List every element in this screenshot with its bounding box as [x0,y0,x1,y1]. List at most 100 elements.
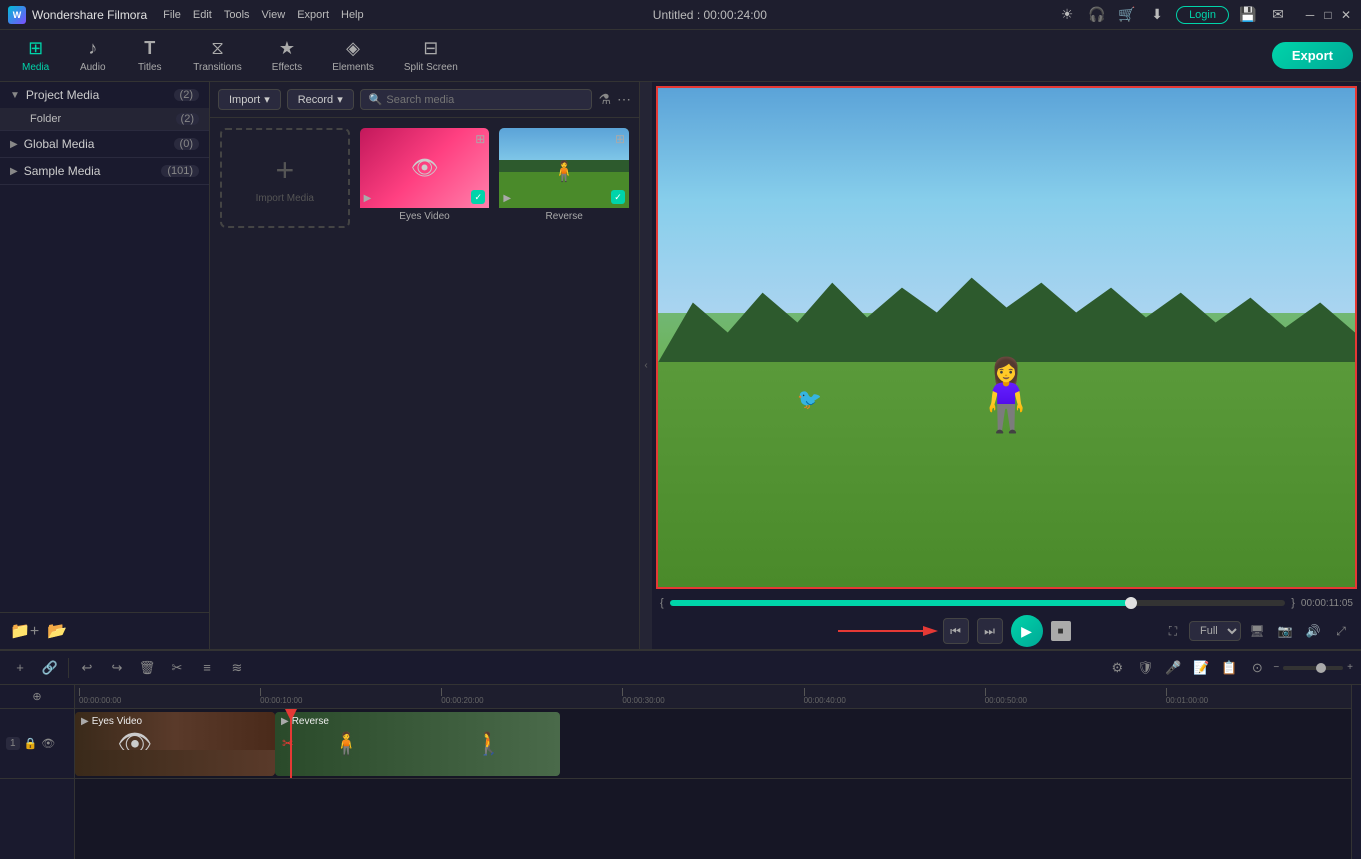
preview-progress-track[interactable] [670,600,1286,606]
login-button[interactable]: Login [1176,6,1229,24]
menu-file[interactable]: File [163,9,181,21]
circle-icon[interactable]: ⊙ [1245,656,1269,680]
panel-collapse-handle[interactable]: ‹ [640,82,652,649]
menu-view[interactable]: View [262,9,286,21]
headphone-icon[interactable]: 🎧 [1086,4,1108,26]
brightness-icon[interactable]: ☀ [1056,4,1078,26]
cut-button[interactable]: ✂ [165,656,189,680]
media-toolbar-icons: ⚗ ⋯ [598,91,631,108]
import-chevron-icon: ▾ [264,93,270,106]
step-forward-button[interactable]: ⏭ [977,618,1003,644]
menu-help[interactable]: Help [341,9,364,21]
lock-icon[interactable]: 🔒 [24,737,38,750]
link-button[interactable]: 🔗 [38,656,62,680]
grid-icon[interactable]: ⋯ [617,91,631,108]
media-area: Import ▾ Record ▾ 🔍 ⚗ ⋯ + Import Media [210,82,640,649]
delete-button[interactable]: 🗑 [135,656,159,680]
monitor-icon[interactable]: 🖥 [1245,619,1269,643]
timeline-scrollbar[interactable] [1351,685,1361,859]
tab-audio[interactable]: ♪ Audio [65,34,120,77]
zoom-in-icon[interactable]: + [1347,662,1353,673]
folder-icon[interactable]: 📂 [47,621,67,641]
tl-label-header: ⊕ [0,685,74,709]
eye-icon[interactable]: 👁 [41,737,55,750]
media-thumb-eyes[interactable]: ⊞ 👁 ✓ ▶ Eyes Video [360,128,490,228]
menu-tools[interactable]: Tools [224,9,250,21]
quality-select[interactable]: Full 1/2 1/4 [1189,621,1241,641]
menu-export[interactable]: Export [297,9,329,21]
import-media-placeholder[interactable]: + Import Media [220,128,350,228]
tab-elements[interactable]: ◈ Elements [318,34,388,77]
preview-progress-thumb[interactable] [1125,597,1137,609]
screenshot-icon[interactable]: 📷 [1273,619,1297,643]
filter-icon[interactable]: ⚗ [598,91,611,108]
media-thumb-reverse[interactable]: 🧍 ⊞ ✓ ▶ Reverse [499,128,629,228]
timeline-ruler: 00:00:00:00 00:00:10:00 00:00:20:00 00:0… [75,685,1351,709]
settings-icon[interactable]: ⚙ [1105,656,1129,680]
zoom-slider[interactable] [1283,666,1343,670]
record-label: Record [298,94,333,106]
tree-header-project[interactable]: ▼ Project Media (2) [0,82,209,108]
new-folder-icon[interactable]: 📁+ [10,621,39,641]
main-toolbar: ⊞ Media ♪ Audio T Titles ⧖ Transitions ★… [0,30,1361,82]
global-media-label: Global Media [24,137,95,151]
maximize-button[interactable]: □ [1321,8,1335,22]
shield-icon[interactable]: 🛡 [1133,656,1157,680]
step-back-button[interactable]: ⏮ [943,618,969,644]
zoom-out-icon[interactable]: − [1273,662,1279,673]
search-box[interactable]: 🔍 [360,89,593,110]
undo-button[interactable]: ↩ [75,656,99,680]
ruler-marks: 00:00:00:00 00:00:10:00 00:00:20:00 00:0… [75,688,1351,705]
bracket-right-icon[interactable]: } [1291,597,1295,609]
import-button[interactable]: Import ▾ [218,89,281,110]
tab-titles[interactable]: T Titles [122,34,177,77]
menu-edit[interactable]: Edit [193,9,212,21]
cart-icon[interactable]: 🛒 [1116,4,1138,26]
splitscreen-label: Split Screen [404,62,458,73]
tree-section-sample: ▶ Sample Media (101) [0,158,209,185]
window-controls: ─ □ ✕ [1303,8,1353,22]
expand-icon[interactable]: ⤢ [1329,619,1353,643]
fullscreen-icon[interactable]: ⛶ [1161,619,1185,643]
close-button[interactable]: ✕ [1339,8,1353,22]
audio-icon: ♪ [88,38,97,59]
tab-effects[interactable]: ★ Effects [258,34,316,77]
tree-header-sample[interactable]: ▶ Sample Media (101) [0,158,209,184]
overlay-icon[interactable]: 📋 [1217,656,1241,680]
add-track-button[interactable]: + [8,656,32,680]
save-icon[interactable]: 💾 [1237,4,1259,26]
ruler-tick-5 [985,688,986,696]
record-button[interactable]: Record ▾ [287,89,354,110]
mic-icon[interactable]: 🎤 [1161,656,1185,680]
download-icon[interactable]: ⬇ [1146,4,1168,26]
tree-child-folder[interactable]: Folder (2) [0,108,209,130]
main-layout: ▼ Project Media (2) Folder (2) ▶ Global … [0,82,1361,649]
tab-media[interactable]: ⊞ Media [8,34,63,77]
timeline-right-tools: ⚙ 🛡 🎤 📝 📋 ⊙ − + [1105,656,1353,680]
waveform-button[interactable]: ≋ [225,656,249,680]
minimize-button[interactable]: ─ [1303,8,1317,22]
playback-row: ⏮ ⏭ ▶ ■ ⛶ Full 1/2 1/4 🖥 📷 🔊 ⤢ [652,613,1361,649]
media-label: Media [22,62,49,73]
tab-splitscreen[interactable]: ⊟ Split Screen [390,34,472,77]
search-input[interactable] [386,94,583,106]
person1-emoji: 🧍 [333,731,360,757]
adjust-button[interactable]: ≡ [195,656,219,680]
export-button[interactable]: Export [1272,42,1353,69]
mail-icon[interactable]: ✉ [1267,4,1289,26]
play-button[interactable]: ▶ [1011,615,1043,647]
caption-icon[interactable]: 📝 [1189,656,1213,680]
clip-eyes-video[interactable]: 👁 ▶ Eyes Video [75,712,275,776]
bracket-left-icon[interactable]: { [660,597,664,609]
clip-reverse-video[interactable]: 🧍 🚶 ▶ Reverse [275,712,560,776]
tab-transitions[interactable]: ⧖ Transitions [179,34,256,77]
redo-button[interactable]: ↪ [105,656,129,680]
stop-button[interactable]: ■ [1051,621,1071,641]
playhead[interactable]: ✂ [290,709,292,778]
tree-header-global[interactable]: ▶ Global Media (0) [0,131,209,157]
tree-header-sample-left: ▶ Sample Media [10,164,100,178]
timeline-tracks: 00:00:00:00 00:00:10:00 00:00:20:00 00:0… [75,685,1351,859]
chevron-down-icon: ▼ [10,90,20,101]
magnet-icon[interactable]: ⊕ [32,690,41,703]
volume-icon[interactable]: 🔊 [1301,619,1325,643]
